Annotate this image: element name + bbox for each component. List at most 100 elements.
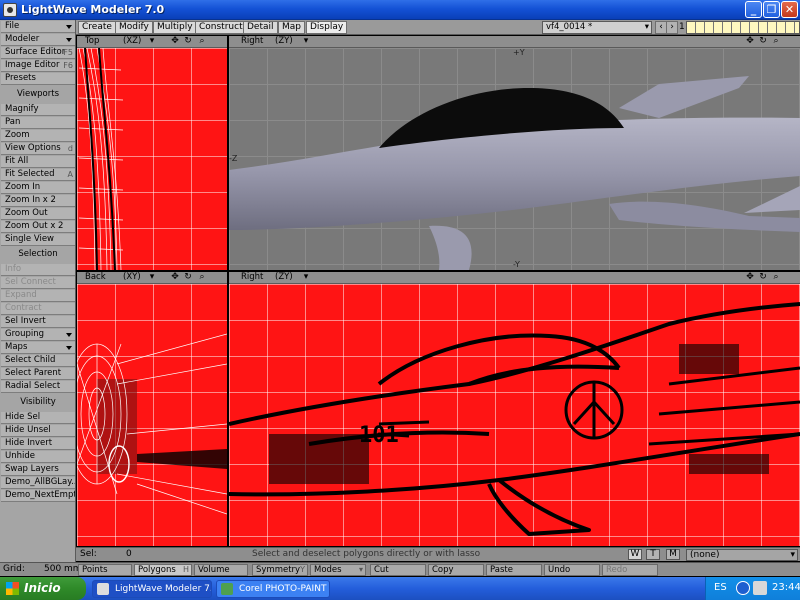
demo-albglay-button[interactable]: Demo_AllBGLay... [1,477,75,489]
move-icon[interactable]: ✥ [169,36,181,47]
viewport-axes[interactable]: (ZY) [275,36,293,47]
modes-button[interactable]: Modes ▾ [310,564,366,576]
sel-connect-button[interactable]: Sel Connect [1,277,75,289]
view-options-button[interactable]: View Options d [1,143,75,155]
tab-modify[interactable]: Modify [115,21,153,34]
viewport-name[interactable]: Back [85,272,110,283]
fit-all-button[interactable]: Fit All [1,156,75,168]
task-label: LightWave Modeler 7.0 [115,584,212,594]
w-button[interactable]: W [628,549,642,560]
demo-nextempt-button[interactable]: Demo_NextEmpt... [1,490,75,502]
sel-invert-button[interactable]: Sel Invert [1,316,75,328]
symmetry-button[interactable]: Symmetry Y [252,564,308,576]
layer-buttons[interactable] [686,21,800,34]
magnify-icon[interactable]: ⌕ [770,272,782,283]
tab-map[interactable]: Map [278,21,305,34]
clock: 23:44 [772,582,800,593]
viewport-axes[interactable]: (XZ) [123,36,141,47]
fit-selected-button[interactable]: Fit Selected A [1,169,75,181]
pan-button[interactable]: Pan [1,117,75,129]
polygons-label: Polygons [138,565,176,575]
taskbar-item-lightwave[interactable]: LightWave Modeler 7.0 [92,580,212,598]
chevron-down-icon[interactable]: ▾ [300,272,312,283]
select-child-button[interactable]: Select Child [1,355,75,367]
points-button[interactable]: Points [78,564,132,576]
chevron-down-icon[interactable]: ▾ [300,36,312,47]
magnify-icon[interactable]: ⌕ [196,272,208,283]
network-icon[interactable] [736,581,750,595]
contract-button[interactable]: Contract [1,303,75,315]
select-parent-button[interactable]: Select Parent [1,368,75,380]
tab-display[interactable]: Display [306,21,348,34]
viewport-right-background[interactable]: 101 [229,284,800,546]
viewport-name[interactable]: Right [241,36,267,47]
radial-select-button[interactable]: Radial Select [1,381,75,393]
expand-button[interactable]: Expand [1,290,75,302]
move-icon[interactable]: ✥ [744,36,756,47]
language-indicator[interactable]: ES [714,582,727,593]
taskbar-item-corel[interactable]: Corel PHOTO-PAINT ... [216,580,330,598]
toolbar-tabs: Create Modify Multiply Construct Detail … [0,20,800,35]
zoom-in-button[interactable]: Zoom In [1,182,75,194]
move-icon[interactable]: ✥ [169,272,181,283]
tab-multiply[interactable]: Multiply [153,21,197,34]
zoom-out-button[interactable]: Zoom Out [1,208,75,220]
chevron-down-icon: ▾ [644,22,649,32]
magnify-icon[interactable]: ⌕ [196,36,208,47]
presets-button[interactable]: Presets [1,73,75,85]
hide-invert-button[interactable]: Hide Invert [1,438,75,450]
image-editor-button[interactable]: Image Editor F6 [1,60,75,72]
rotate-icon[interactable]: ↻ [757,272,769,283]
chevron-down-icon[interactable]: ▾ [146,272,158,283]
rotate-icon[interactable]: ↻ [182,36,194,47]
swap-layers-button[interactable]: Swap Layers [1,464,75,476]
maps-menu[interactable]: Maps [1,342,75,354]
layer-object-dropdown[interactable]: vf4_0014 * ▾ [542,21,652,34]
magnify-icon[interactable]: ⌕ [770,36,782,47]
hide-unsel-button[interactable]: Hide Unsel [1,425,75,437]
chevron-down-icon[interactable]: ▾ [146,36,158,47]
tab-detail[interactable]: Detail [243,21,278,34]
redo-button[interactable]: Redo [602,564,658,576]
start-button[interactable]: Inicio [0,577,86,600]
tab-create[interactable]: Create [78,21,116,34]
copy-button[interactable]: Copy [428,564,484,576]
viewport-top[interactable] [77,48,227,270]
paste-button[interactable]: Paste [486,564,542,576]
close-button[interactable]: ✕ [781,1,798,18]
hide-sel-button[interactable]: Hide Sel [1,412,75,424]
t-button[interactable]: T [646,549,660,560]
zoom-in-x2-button[interactable]: Zoom In x 2 [1,195,75,207]
cut-button[interactable]: Cut [370,564,426,576]
file-menu[interactable]: File [1,21,75,33]
rotate-icon[interactable]: ↻ [757,36,769,47]
viewport-axes[interactable]: (XY) [123,272,141,283]
single-view-button[interactable]: Single View [1,234,75,246]
grouping-menu[interactable]: Grouping [1,329,75,341]
viewport-name[interactable]: Top [85,36,103,47]
chevron-right-icon[interactable]: › [666,21,678,34]
viewport-name[interactable]: Right [241,272,267,283]
polygons-button[interactable]: Polygons H [134,564,192,576]
rotate-icon[interactable]: ↻ [182,272,194,283]
viewport-right-shaded[interactable]: +Y -Y -Z +Z [229,48,800,270]
info-button[interactable]: Info [1,264,75,276]
maximize-button[interactable]: ❐ [763,1,780,18]
undo-button[interactable]: Undo [544,564,600,576]
magnify-button[interactable]: Magnify [1,104,75,116]
tab-construct[interactable]: Construct [195,21,247,34]
surface-dropdown[interactable]: (none) ▾ [686,549,798,561]
viewport-axes[interactable]: (ZY) [275,272,293,283]
m-button[interactable]: M [666,549,680,560]
volume-icon[interactable] [753,581,767,595]
zoom-button[interactable]: Zoom [1,130,75,142]
unhide-button[interactable]: Unhide [1,451,75,463]
minimize-button[interactable]: _ [745,1,762,18]
move-icon[interactable]: ✥ [744,272,756,283]
zoom-out-x2-button[interactable]: Zoom Out x 2 [1,221,75,233]
volume-button[interactable]: Volume [194,564,248,576]
viewport-back[interactable] [77,284,227,546]
surface-editor-button[interactable]: Surface Editor F5 [1,47,75,59]
modeler-menu[interactable]: Modeler [1,34,75,46]
window-title-bar: LightWave Modeler 7.0 _ ❐ ✕ [0,0,800,20]
